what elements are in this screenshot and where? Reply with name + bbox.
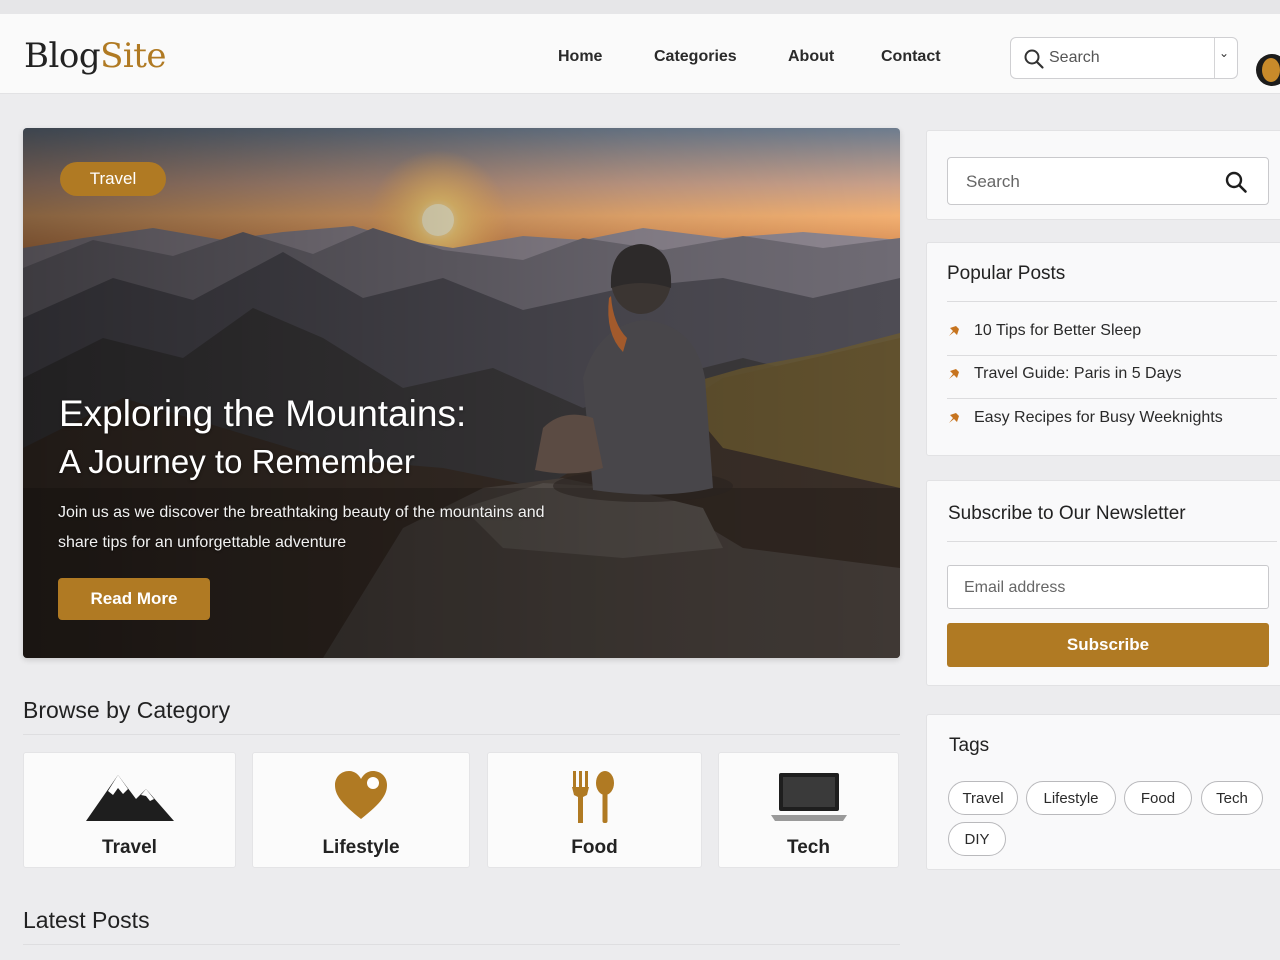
latest-section-title: Latest Posts <box>23 907 150 933</box>
popular-post-title: Easy Recipes for Busy Weeknights <box>974 409 1223 426</box>
popular-post-title: Travel Guide: Paris in 5 Days <box>974 365 1182 382</box>
category-card-lifestyle[interactable]: Lifestyle <box>252 752 470 868</box>
popular-posts-divider <box>947 301 1277 302</box>
category-label: Travel <box>102 837 157 858</box>
logo-part-blog: Blog <box>24 36 101 76</box>
top-strip <box>0 0 1280 14</box>
sidebar-search-placeholder: Search <box>966 172 1020 191</box>
newsletter-panel: Subscribe to Our Newsletter Email addres… <box>926 480 1280 686</box>
header-search-placeholder: Search <box>1049 49 1100 66</box>
sidebar-search-input[interactable]: Search <box>947 157 1269 205</box>
email-placeholder: Email address <box>964 579 1066 596</box>
category-label: Lifestyle <box>322 837 400 858</box>
category-label: Food <box>571 837 618 858</box>
popular-post-item[interactable]: 10 Tips for Better Sleep <box>947 312 1277 356</box>
popular-post-title: 10 Tips for Better Sleep <box>974 322 1142 339</box>
tag-diy[interactable]: DIY <box>948 822 1006 856</box>
latest-divider <box>23 944 900 945</box>
browse-divider <box>23 734 900 735</box>
hero-description: Join us as we discover the breathtaking … <box>58 498 638 558</box>
tags-title: Tags <box>949 735 990 756</box>
read-more-button[interactable]: Read More <box>58 578 210 620</box>
category-label: Tech <box>787 837 830 858</box>
tags-panel: Tags Travel Lifestyle Food Tech DIY <box>926 714 1280 870</box>
popular-post-item[interactable]: Travel Guide: Paris in 5 Days <box>947 355 1277 399</box>
hero-title: Exploring the Mountains: A Journey to Re… <box>59 390 579 486</box>
tag-food[interactable]: Food <box>1124 781 1192 815</box>
category-card-travel[interactable]: Travel <box>23 752 236 868</box>
pin-icon <box>949 413 959 423</box>
browse-section-title: Browse by Category <box>23 697 231 723</box>
tag-tech[interactable]: Tech <box>1201 781 1263 815</box>
laptop-icon <box>770 773 847 821</box>
search-icon <box>1024 49 1044 69</box>
nav-contact[interactable]: Contact <box>881 48 941 66</box>
hero-title-line1: Exploring the Mountains: <box>59 393 467 434</box>
pin-icon <box>949 369 959 379</box>
tag-lifestyle[interactable]: Lifestyle <box>1026 781 1116 815</box>
hero-title-line2: A Journey to Remember <box>59 443 415 480</box>
hero-banner: Travel Exploring the Mountains: A Journe… <box>23 128 900 658</box>
hero-desc-line1: Join us as we discover the breathtaking … <box>58 504 545 521</box>
logo-part-site: Site <box>100 36 167 76</box>
heart-icon <box>335 771 387 819</box>
pin-icon <box>949 326 959 336</box>
email-field[interactable]: Email address <box>947 565 1269 609</box>
hero-desc-line2: share tips for an unforgettable adventur… <box>58 534 347 551</box>
avatar[interactable] <box>1256 54 1280 86</box>
navbar: BlogSite Home Categories About Contact S… <box>0 14 1280 94</box>
hero-category-badge[interactable]: Travel <box>60 162 166 196</box>
newsletter-divider <box>947 541 1277 542</box>
subscribe-button[interactable]: Subscribe <box>947 623 1269 667</box>
search-divider <box>1214 38 1215 78</box>
chevron-down-icon[interactable]: ⌄ <box>1219 46 1229 60</box>
mountain-icon <box>85 775 174 821</box>
site-logo[interactable]: BlogSite <box>24 36 167 76</box>
nav-categories[interactable]: Categories <box>654 48 737 66</box>
newsletter-title: Subscribe to Our Newsletter <box>948 503 1186 524</box>
category-card-tech[interactable]: Tech <box>718 752 899 868</box>
category-card-food[interactable]: Food <box>487 752 702 868</box>
header-search-input[interactable]: Search ⌄ <box>1010 37 1238 79</box>
search-icon[interactable] <box>1224 170 1248 194</box>
fork-spoon-icon <box>571 771 614 823</box>
nav-home[interactable]: Home <box>558 48 602 66</box>
tag-travel[interactable]: Travel <box>948 781 1018 815</box>
nav-about[interactable]: About <box>788 48 834 66</box>
popular-post-item[interactable]: Easy Recipes for Busy Weeknights <box>947 399 1277 443</box>
sidebar-search-panel: Search <box>926 130 1280 220</box>
popular-posts-title: Popular Posts <box>947 263 1066 284</box>
popular-posts-panel: Popular Posts 10 Tips for Better Sleep T… <box>926 242 1280 456</box>
